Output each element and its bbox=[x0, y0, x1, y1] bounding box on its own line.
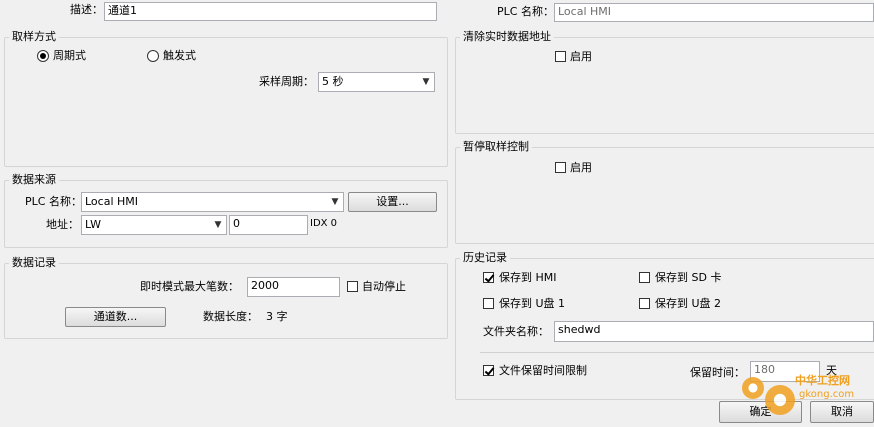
chevron-down-icon: ▼ bbox=[214, 220, 222, 230]
source-plc-select[interactable]: Local HMI ▼ bbox=[81, 192, 344, 212]
source-settings-button[interactable]: 设置... bbox=[348, 192, 437, 212]
save-hmi-checkbox[interactable] bbox=[483, 272, 494, 283]
pause-sampling-enable-label[interactable]: 启用 bbox=[570, 161, 592, 175]
chevron-down-icon: ▼ bbox=[422, 77, 430, 87]
data-source-group bbox=[4, 180, 448, 248]
trigger-radio-label[interactable]: 触发式 bbox=[163, 49, 196, 63]
save-usb2-checkbox[interactable] bbox=[639, 298, 650, 309]
watermark-gear-icon bbox=[765, 385, 795, 415]
save-usb2-label[interactable]: 保存到 U盘 2 bbox=[655, 297, 721, 311]
data-source-group-title: 数据来源 bbox=[9, 173, 59, 186]
period-select-value: 5 秒 bbox=[322, 75, 344, 88]
clear-realtime-enable-label[interactable]: 启用 bbox=[570, 50, 592, 64]
address-index-text: IDX 0 bbox=[310, 218, 338, 229]
max-records-label: 即时模式最大笔数： bbox=[140, 280, 239, 293]
max-records-input[interactable]: 2000 bbox=[247, 277, 340, 297]
address-type-select-value: LW bbox=[85, 218, 101, 231]
history-divider bbox=[480, 352, 874, 353]
data-record-group bbox=[4, 263, 448, 339]
keep-time-label: 保留时间： bbox=[690, 366, 745, 379]
save-sd-checkbox[interactable] bbox=[639, 272, 650, 283]
history-group-title: 历史记录 bbox=[460, 251, 510, 264]
period-label: 采样周期： bbox=[259, 75, 314, 88]
watermark-gear-icon bbox=[742, 377, 764, 399]
description-input[interactable]: 通道1 bbox=[104, 2, 437, 21]
source-plc-label: PLC 名称： bbox=[25, 195, 82, 208]
clear-realtime-enable-checkbox[interactable] bbox=[555, 51, 566, 62]
retention-limit-checkbox[interactable] bbox=[483, 365, 494, 376]
description-label: 描述： bbox=[70, 3, 103, 16]
watermark-url: gkong.com bbox=[799, 389, 855, 400]
channels-button[interactable]: 通道数... bbox=[65, 307, 166, 327]
clear-realtime-group bbox=[455, 37, 874, 134]
pause-sampling-group bbox=[455, 147, 874, 244]
save-usb1-label[interactable]: 保存到 U盘 1 bbox=[499, 297, 565, 311]
save-hmi-label[interactable]: 保存到 HMI bbox=[499, 271, 557, 285]
data-length-label: 数据长度： bbox=[203, 310, 258, 323]
cancel-button[interactable]: 取消 bbox=[810, 401, 874, 423]
save-usb1-checkbox[interactable] bbox=[483, 298, 494, 309]
trigger-radio[interactable] bbox=[147, 50, 159, 62]
auto-stop-label[interactable]: 自动停止 bbox=[362, 280, 406, 294]
address-label: 地址： bbox=[46, 218, 79, 231]
pause-sampling-enable-checkbox[interactable] bbox=[555, 162, 566, 173]
pause-sampling-group-title: 暂停取样控制 bbox=[460, 140, 532, 153]
folder-name-label: 文件夹名称： bbox=[483, 325, 549, 338]
top-plc-label: PLC 名称： bbox=[497, 5, 554, 18]
data-record-group-title: 数据记录 bbox=[9, 256, 59, 269]
periodic-radio-label[interactable]: 周期式 bbox=[53, 49, 86, 63]
source-plc-select-value: Local HMI bbox=[85, 195, 139, 208]
folder-name-input[interactable]: shedwd bbox=[554, 321, 874, 342]
watermark-text: 中华工控网 bbox=[795, 374, 850, 387]
address-value-input[interactable]: 0 bbox=[229, 215, 308, 235]
chevron-down-icon: ▼ bbox=[331, 197, 339, 207]
save-sd-label[interactable]: 保存到 SD 卡 bbox=[655, 271, 721, 285]
period-select[interactable]: 5 秒 ▼ bbox=[318, 72, 435, 92]
sampling-group-title: 取样方式 bbox=[9, 30, 59, 43]
periodic-radio[interactable] bbox=[37, 50, 49, 62]
top-plc-field: Local HMI bbox=[554, 3, 874, 22]
data-length-value: 3 字 bbox=[266, 310, 288, 323]
retention-limit-label[interactable]: 文件保留时间限制 bbox=[499, 364, 587, 378]
address-type-select[interactable]: LW ▼ bbox=[81, 215, 227, 235]
clear-realtime-group-title: 清除实时数据地址 bbox=[460, 30, 554, 43]
auto-stop-checkbox[interactable] bbox=[347, 281, 358, 292]
